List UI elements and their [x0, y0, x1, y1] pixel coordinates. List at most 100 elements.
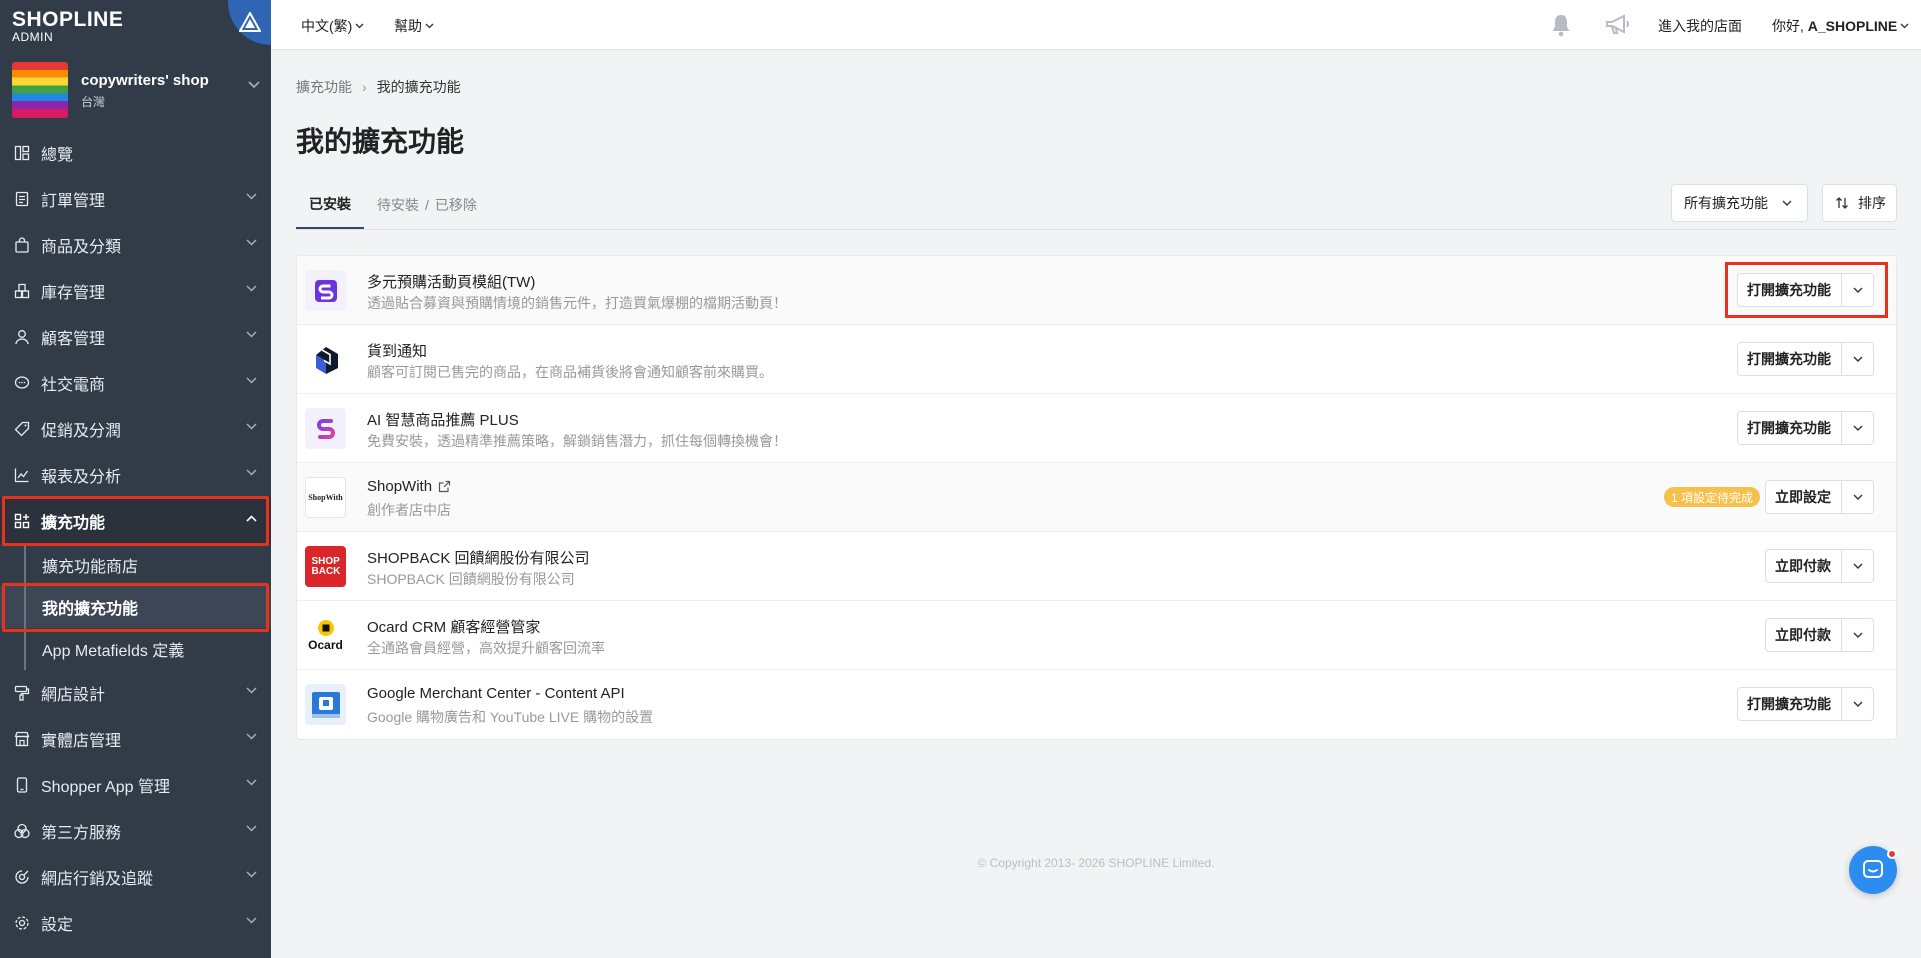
chevron-down-icon: [1853, 356, 1862, 362]
tab-installed[interactable]: 已安裝: [296, 180, 364, 230]
breadcrumb-parent-link[interactable]: 擴充功能: [296, 77, 352, 97]
app-description: 顧客可訂閱已售完的商品，在商品補貨後將會通知顧客前來購買。: [367, 364, 773, 380]
setup-now-button[interactable]: 立即設定: [1765, 480, 1874, 514]
app-name: ShopWith: [367, 478, 451, 495]
shopwith-app-icon: ShopWith: [305, 477, 346, 518]
action-menu-toggle[interactable]: [1841, 412, 1873, 444]
action-menu-toggle[interactable]: [1841, 343, 1873, 375]
language-selector[interactable]: 中文(繁): [301, 16, 364, 36]
pay-now-button[interactable]: 立即付款: [1765, 618, 1874, 652]
tag-icon: [14, 421, 30, 437]
sort-label: 排序: [1858, 195, 1886, 211]
app-name: SHOPBACK 回饋網股份有限公司: [367, 550, 590, 567]
chevron-down-icon: [246, 331, 257, 338]
open-extension-button[interactable]: 打開擴充功能: [1737, 687, 1874, 721]
action-label: 打開擴充功能: [1747, 351, 1831, 367]
chevron-down-icon: [1853, 701, 1862, 707]
pay-now-button[interactable]: 立即付款: [1765, 549, 1874, 583]
app-name: Google Merchant Center - Content API: [367, 685, 625, 702]
sidebar-item-retail-store[interactable]: 實體店管理: [0, 716, 271, 762]
sidebar: SHOPLINE ADMIN copywriters' shop 台灣 總覽 訂…: [0, 0, 271, 958]
shop-name: copywriters' shop: [81, 72, 209, 89]
notification-bell-icon[interactable]: [1547, 13, 1572, 37]
ocard-app-icon: Ocard: [305, 615, 346, 656]
sidebar-item-orders[interactable]: 訂單管理: [0, 176, 271, 222]
sidebar-item-third-party[interactable]: 第三方服務: [0, 808, 271, 854]
app-name: Ocard CRM 顧客經營管家: [367, 619, 541, 636]
pending-setup-badge: 1 項設定待完成: [1663, 487, 1760, 507]
sidebar-item-label: 實體店管理: [41, 733, 122, 750]
external-link-icon[interactable]: [438, 480, 451, 493]
sidebar-item-customers[interactable]: 顧客管理: [0, 314, 271, 360]
action-label: 打開擴充功能: [1747, 696, 1831, 712]
sort-button[interactable]: 排序: [1822, 184, 1897, 222]
list-item: SHOP BACK SHOPBACK 回饋網股份有限公司 SHOPBACK 回饋…: [297, 532, 1896, 601]
sidebar-item-label: 設定: [41, 917, 74, 934]
sidebar-item-social-commerce[interactable]: 社交電商: [0, 360, 271, 406]
breadcrumb-separator-icon: ›: [362, 79, 367, 95]
filter-label: 所有擴充功能: [1684, 195, 1768, 211]
chevron-down-icon: [1782, 200, 1792, 206]
chevron-down-icon: [248, 81, 260, 89]
filter-dropdown[interactable]: 所有擴充功能: [1671, 184, 1808, 222]
action-menu-toggle[interactable]: [1841, 688, 1873, 720]
help-menu[interactable]: 幫助: [394, 16, 434, 36]
list-item: Google Merchant Center - Content API Goo…: [297, 670, 1896, 739]
action-menu-toggle[interactable]: [1841, 481, 1873, 513]
action-label: 立即付款: [1775, 627, 1831, 643]
chevron-down-icon: [246, 687, 257, 694]
chevron-down-icon: [246, 917, 257, 924]
extension-list: 多元預購活動頁模組(TW) 透過貼合募資與預購情境的銷售元件，打造買氣爆棚的檔期…: [296, 255, 1897, 740]
list-item: 多元預購活動頁模組(TW) 透過貼合募資與預購情境的銷售元件，打造買氣爆棚的檔期…: [297, 256, 1896, 325]
sidebar-item-settings[interactable]: 設定: [0, 900, 271, 946]
tab-removed[interactable]: 已移除: [429, 180, 490, 230]
sidebar-item-shopper-app[interactable]: Shopper App 管理: [0, 762, 271, 808]
sidebar-item-store-design[interactable]: 網店設計: [0, 670, 271, 716]
app-description: SHOPBACK 回饋網股份有限公司: [367, 571, 575, 587]
action-label: 立即設定: [1775, 489, 1831, 505]
app-name: 貨到通知: [367, 343, 428, 360]
paint-roller-icon: [14, 685, 30, 701]
list-item: 貨到通知 顧客可訂閱已售完的商品，在商品補貨後將會通知顧客前來購買。 打開擴充功…: [297, 325, 1896, 394]
action-menu-toggle[interactable]: [1841, 619, 1873, 651]
highlight-open-extension: [1725, 262, 1888, 318]
sidebar-item-marketing[interactable]: 網店行銷及追蹤: [0, 854, 271, 900]
google-merchant-app-icon: [305, 684, 346, 725]
chart-icon: [14, 467, 30, 483]
sidebar-item-inventory[interactable]: 庫存管理: [0, 268, 271, 314]
tab-pending[interactable]: 待安裝: [364, 180, 425, 230]
page-title: 我的擴充功能: [296, 126, 465, 157]
list-item: AI 智慧商品推薦 PLUS 免費安裝，透過精準推薦策略，解鎖銷售潛力，抓住每個…: [297, 394, 1896, 463]
sidebar-item-reports[interactable]: 報表及分析: [0, 452, 271, 498]
subnav-extension-store[interactable]: 擴充功能商店: [0, 544, 271, 586]
chat-icon: [1863, 860, 1883, 878]
chevron-down-icon: [355, 23, 364, 29]
greeting-label: 你好,: [1772, 18, 1808, 34]
megaphone-icon[interactable]: [1602, 14, 1631, 36]
sidebar-item-label: 第三方服務: [41, 825, 122, 842]
chevron-down-icon: [246, 377, 257, 384]
mobile-icon: [14, 777, 30, 793]
customer-icon: [14, 329, 30, 345]
logo-text: SHOPLINE: [12, 8, 124, 31]
app-description: Google 購物廣告和 YouTube LIVE 購物的設置: [367, 709, 654, 725]
chevron-down-icon: [246, 285, 257, 292]
sort-icon: [1836, 197, 1848, 209]
shop-region: 台灣: [81, 95, 106, 109]
copyright-footer: © Copyright 2013- 2026 SHOPLINE Limited.: [977, 856, 1215, 870]
chevron-down-icon: [246, 193, 257, 200]
subnav-app-metafields[interactable]: App Metafields 定義: [0, 628, 271, 670]
user-menu[interactable]: 你好, A_SHOPLINE: [1772, 16, 1909, 36]
action-menu-toggle[interactable]: [1841, 550, 1873, 582]
preorder-app-icon: [305, 270, 346, 311]
sidebar-item-label: 促銷及分潤: [41, 423, 122, 440]
sidebar-item-promotions[interactable]: 促銷及分潤: [0, 406, 271, 452]
open-extension-button[interactable]: 打開擴充功能: [1737, 342, 1874, 376]
open-extension-button[interactable]: 打開擴充功能: [1737, 411, 1874, 445]
language-label: 中文(繁): [301, 18, 353, 34]
sidebar-item-products[interactable]: 商品及分類: [0, 222, 271, 268]
sidebar-item-overview[interactable]: 總覽: [0, 130, 271, 176]
shop-switcher[interactable]: copywriters' shop 台灣: [12, 62, 262, 118]
visit-store-link[interactable]: 進入我的店面: [1658, 16, 1742, 36]
shopline-logo[interactable]: SHOPLINE ADMIN: [12, 8, 123, 44]
